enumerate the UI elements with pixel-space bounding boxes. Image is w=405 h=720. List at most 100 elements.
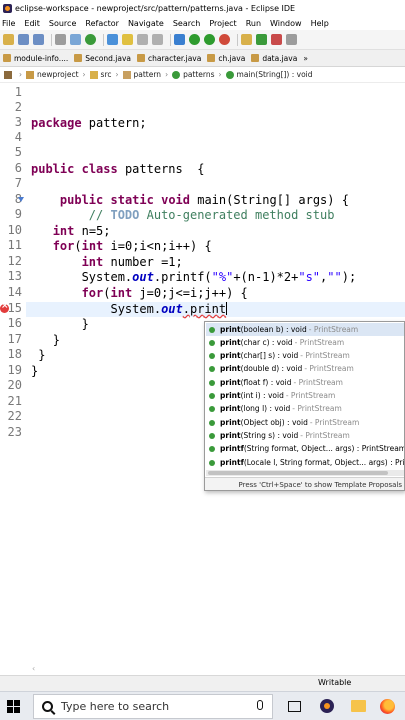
- breadcrumb-module[interactable]: ›: [4, 70, 22, 79]
- public-method-icon: [209, 365, 215, 372]
- windows-start-icon[interactable]: [7, 700, 20, 713]
- toggle-mark-icon[interactable]: [107, 34, 118, 45]
- code-line: package pattern;: [31, 116, 147, 130]
- proposal-item[interactable]: print(char c) : void - PrintStream: [206, 336, 404, 349]
- code-line: // TODO Auto-generated method stub: [88, 208, 335, 222]
- public-method-icon: [209, 352, 215, 359]
- highlight-icon[interactable]: [122, 34, 133, 45]
- public-method-icon: [209, 432, 215, 439]
- menu-bar: File Edit Source Refactor Navigate Searc…: [0, 16, 405, 30]
- menu-help[interactable]: Help: [311, 19, 329, 28]
- menu-project[interactable]: Project: [209, 19, 236, 28]
- tab-data-java[interactable]: data.java: [248, 50, 300, 66]
- public-method-icon: [209, 459, 215, 466]
- block-selection-icon[interactable]: [137, 34, 148, 45]
- code-line: }: [38, 348, 46, 362]
- breadcrumb-class[interactable]: patterns ›: [172, 70, 222, 79]
- line-number: 5: [14, 145, 22, 159]
- status-bar: Writable: [0, 675, 405, 691]
- eclipse-taskbar-icon[interactable]: [320, 699, 334, 713]
- print-icon[interactable]: [55, 34, 66, 45]
- proposal-item[interactable]: print(float f) : void - PrintStream: [206, 376, 404, 389]
- new-icon[interactable]: [3, 34, 14, 45]
- proposal-item[interactable]: print(double d) : void - PrintStream: [206, 362, 404, 375]
- code-line: }: [31, 364, 39, 378]
- tab-module-info[interactable]: module-info....: [0, 50, 71, 66]
- task-view-icon[interactable]: [288, 701, 301, 712]
- java-file-icon: [207, 54, 216, 62]
- save-all-icon[interactable]: [33, 34, 44, 45]
- tab-ch-java[interactable]: ch.java: [204, 50, 248, 66]
- code-line: for(int j=0;j<=i;j++) {: [81, 286, 248, 300]
- microphone-icon[interactable]: [257, 700, 263, 710]
- breadcrumb-project[interactable]: newproject ›: [26, 70, 86, 79]
- menu-file[interactable]: File: [2, 19, 15, 28]
- breadcrumb-package[interactable]: pattern ›: [122, 70, 168, 79]
- scroll-left-icon[interactable]: ‹: [32, 664, 35, 673]
- proposal-item[interactable]: print(Object obj) : void - PrintStream: [206, 416, 404, 429]
- search-icon[interactable]: [286, 34, 297, 45]
- run-icon[interactable]: [189, 34, 200, 45]
- java-file-icon: [137, 54, 145, 62]
- eclipse-window: eclipse-workspace - newproject/src/patte…: [0, 0, 405, 720]
- taskbar-search-box[interactable]: Type here to search: [33, 694, 273, 719]
- editor-tabs: module-info.... Second.java character.ja…: [0, 50, 405, 67]
- proposal-item[interactable]: print(int i) : void - PrintStream: [206, 389, 404, 402]
- line-number: 19: [7, 363, 22, 377]
- code-line: System.out.printf("%"+(n-1)*2+"s","");: [81, 270, 357, 284]
- breadcrumb-method[interactable]: main(String[]) : void: [225, 70, 313, 79]
- eclipse-icon: [3, 3, 12, 13]
- menu-source[interactable]: Source: [49, 19, 76, 28]
- menu-window[interactable]: Window: [270, 19, 302, 28]
- external-tools-icon[interactable]: [219, 34, 230, 45]
- current-code-line: System.out.print: [26, 302, 405, 317]
- public-method-icon: [209, 392, 215, 399]
- proposal-item[interactable]: printf(Locale l, String format, Object..…: [206, 456, 404, 469]
- debug-perspective-icon[interactable]: [70, 34, 81, 45]
- project-icon: [26, 70, 34, 79]
- file-explorer-icon[interactable]: [351, 700, 366, 712]
- save-icon[interactable]: [18, 34, 29, 45]
- tab-second-java[interactable]: Second.java: [71, 50, 134, 66]
- search-icon: [42, 701, 53, 712]
- open-type-icon[interactable]: [271, 34, 282, 45]
- tab-character-java[interactable]: character.java: [134, 50, 204, 66]
- proposal-item[interactable]: print(long l) : void - PrintStream: [206, 402, 404, 415]
- tabs-overflow-button[interactable]: »: [300, 50, 311, 66]
- editor-horizontal-scrollbar[interactable]: ‹: [32, 663, 405, 673]
- java-file-icon: [74, 54, 83, 62]
- skip-breakpoints-icon[interactable]: [85, 34, 96, 45]
- menu-navigate[interactable]: Navigate: [128, 19, 164, 28]
- code-line: }: [52, 333, 60, 347]
- line-number: 11: [7, 238, 22, 252]
- line-number-gutter: 1 2 3 4 5 6 7 8 9 10 11 12 13 14 15 16 1…: [0, 83, 26, 675]
- toolbar-separator: [237, 33, 238, 46]
- override-marker-icon[interactable]: [18, 197, 24, 202]
- line-number: 18: [7, 347, 22, 361]
- proposal-item[interactable]: print(String s) : void - PrintStream: [206, 429, 404, 442]
- menu-edit[interactable]: Edit: [24, 19, 40, 28]
- proposal-item[interactable]: print(boolean b) : void - PrintStream: [206, 323, 404, 336]
- menu-search[interactable]: Search: [173, 19, 200, 28]
- menu-run[interactable]: Run: [246, 19, 261, 28]
- line-number: 7: [14, 176, 22, 190]
- proposal-horizontal-scrollbar[interactable]: [206, 470, 404, 476]
- coverage-icon[interactable]: [204, 34, 215, 45]
- breadcrumb-src[interactable]: src ›: [89, 70, 119, 79]
- show-whitespace-icon[interactable]: [152, 34, 163, 45]
- menu-refactor[interactable]: Refactor: [85, 19, 119, 28]
- toolbar-separator: [103, 33, 104, 46]
- line-number: 12: [7, 254, 22, 268]
- proposal-item[interactable]: printf(String format, Object... args) : …: [206, 442, 404, 455]
- new-package-icon[interactable]: [241, 34, 252, 45]
- debug-icon[interactable]: [174, 34, 185, 45]
- line-number: 2: [14, 100, 22, 114]
- line-number: 1: [14, 85, 22, 99]
- content-assist-popup[interactable]: print(boolean b) : void - PrintStream pr…: [204, 321, 405, 491]
- line-number: 14: [7, 285, 22, 299]
- public-method-icon: [209, 339, 215, 346]
- new-class-icon[interactable]: [256, 34, 267, 45]
- proposal-item[interactable]: print(char[] s) : void - PrintStream: [206, 349, 404, 362]
- firefox-icon[interactable]: [380, 699, 395, 714]
- error-marker-icon[interactable]: [0, 301, 9, 313]
